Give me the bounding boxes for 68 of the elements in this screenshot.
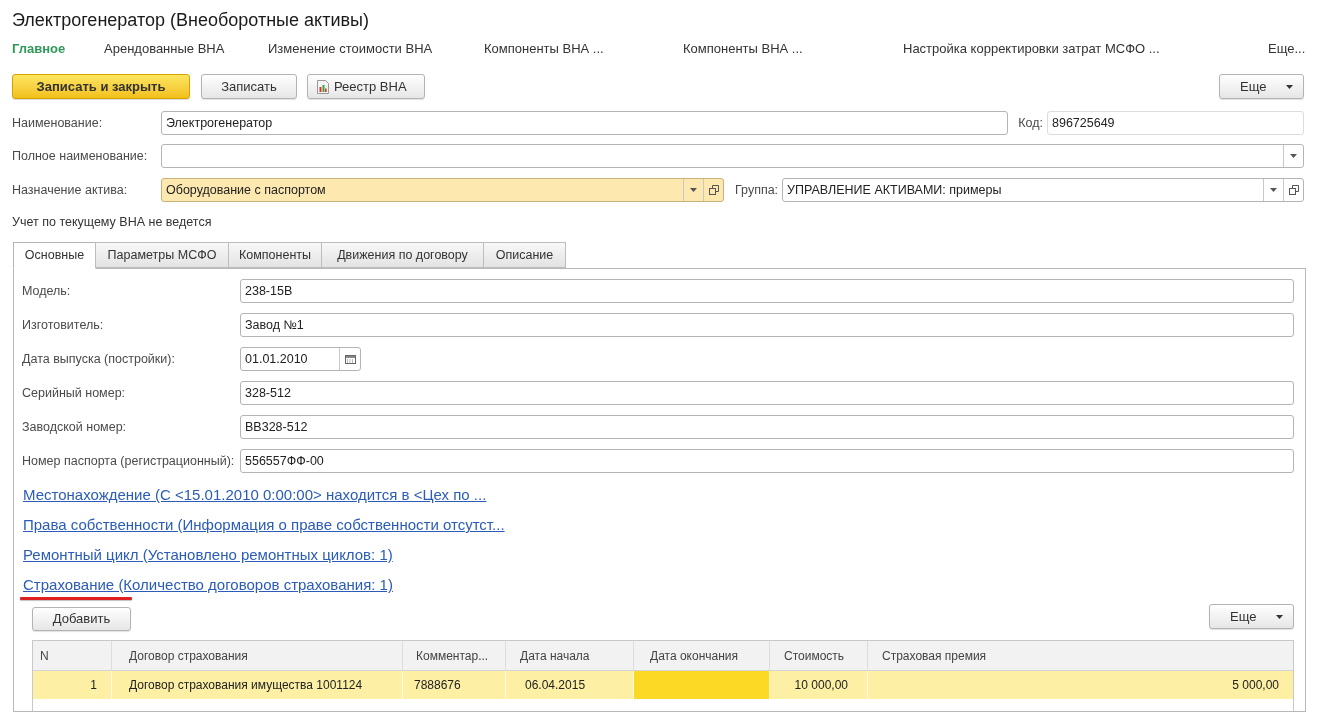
column-header: Дата начала <box>520 647 590 665</box>
nav-link[interactable]: Еще... <box>1268 41 1306 56</box>
table-cell: 10 000,00 <box>770 671 868 699</box>
nav-link[interactable]: Изменение стоимости ВНА <box>268 41 433 56</box>
name-field[interactable]: Электрогенератор <box>161 111 1009 135</box>
field-label: Номер паспорта (регистрационный): <box>22 452 236 470</box>
tab[interactable]: Описание <box>483 242 566 268</box>
purpose-field[interactable]: Оборудование с паспортом <box>161 178 724 202</box>
status-note: Учет по текущему ВНА не ведется <box>12 214 212 232</box>
table-cell: 1 <box>33 671 112 699</box>
field-label: Изготовитель: <box>22 316 105 334</box>
nav-link[interactable]: Компоненты ВНА ... <box>683 41 803 56</box>
save-and-close-button[interactable]: Записать и закрыть <box>12 74 190 99</box>
table-cell-text: 5 000,00 <box>1231 677 1280 694</box>
overlapping-squares-icon <box>708 185 719 195</box>
date-field[interactable]: 01.01.2010 <box>240 347 361 371</box>
report-button[interactable]: Реестр ВНА <box>307 74 425 99</box>
field-label: Группа: <box>735 181 779 199</box>
full-name-field[interactable] <box>161 144 1304 168</box>
more-button[interactable]: Еще <box>1219 74 1304 99</box>
group-field[interactable]: УПРАВЛЕНИЕ АКТИВАМИ: примеры <box>782 178 1304 202</box>
link[interactable]: Местонахождение (С <15.01.2010 0:00:00> находится в <Цех по ... <box>23 485 487 505</box>
column-header: Страховая премия <box>882 647 987 665</box>
field-label: Полное наименование: <box>12 147 149 165</box>
column-header: Комментар... <box>416 647 489 665</box>
more-button[interactable]: Еще <box>1209 604 1294 629</box>
report-icon <box>317 79 329 94</box>
overlapping-squares-icon <box>1288 185 1299 195</box>
field-label: Назначение актива: <box>12 181 129 199</box>
text-field[interactable]: 328-512 <box>240 381 1294 405</box>
nav-link[interactable]: Компоненты ВНА ... <box>484 41 604 56</box>
caret-icon <box>690 188 697 192</box>
text-field[interactable]: 238-15В <box>240 279 1294 303</box>
link[interactable]: Страхование (Количество договоров страхования: 1) <box>23 575 393 595</box>
caret-icon <box>1270 188 1277 192</box>
tab[interactable]: Основные <box>13 242 96 269</box>
field-label: Код: <box>1018 114 1043 132</box>
field-label: Наименование: <box>12 114 104 132</box>
nav-link[interactable]: Арендованные ВНА <box>104 41 225 56</box>
nav-link[interactable]: Настройка корректировки затрат МСФО ... <box>903 41 1160 56</box>
text-field[interactable]: ВВ328-512 <box>240 415 1294 439</box>
table-cell: Договор страхования имущества 1001124 <box>112 671 403 699</box>
table-cell: 7888676 <box>403 671 506 699</box>
caret-icon <box>1276 614 1283 619</box>
text-field[interactable]: 556557ФФ-00 <box>240 449 1294 473</box>
link[interactable]: Ремонтный цикл (Установлено ремонтных циклов: 1) <box>23 545 393 565</box>
add-button[interactable]: Добавить <box>32 607 131 631</box>
field-label: Модель: <box>22 282 72 300</box>
tab[interactable]: Параметры МСФО <box>95 242 229 268</box>
window-title: Электрогенератор (Внеоборотные активы) <box>12 9 369 31</box>
table-row[interactable]: 1 Договор страхования имущества 1001124 7888676 06.04.2015 10 000,00 5 000,00 <box>33 671 1293 699</box>
tab[interactable]: Движения по договору <box>321 242 484 268</box>
column-header: Дата окончания <box>650 647 739 665</box>
field-label: Заводской номер: <box>22 418 128 436</box>
caret-icon <box>1286 84 1293 89</box>
save-button[interactable]: Записать <box>201 74 297 99</box>
text-field[interactable]: Завод №1 <box>240 313 1294 337</box>
column-header: Договор страхования <box>129 647 248 665</box>
calendar-icon <box>344 354 356 364</box>
link[interactable]: Права собственности (Информация о праве собственности отсутст... <box>23 515 505 535</box>
tab[interactable]: Компоненты <box>228 242 322 268</box>
field-label: Серийный номер: <box>22 384 127 402</box>
code-field[interactable]: 896725649 <box>1047 111 1304 135</box>
column-header: N <box>40 647 49 665</box>
nav-link[interactable]: Главное <box>12 41 66 56</box>
caret-icon <box>1290 154 1297 158</box>
column-header: Стоимость <box>784 647 845 665</box>
field-label: Дата выпуска (постройки): <box>22 350 176 368</box>
